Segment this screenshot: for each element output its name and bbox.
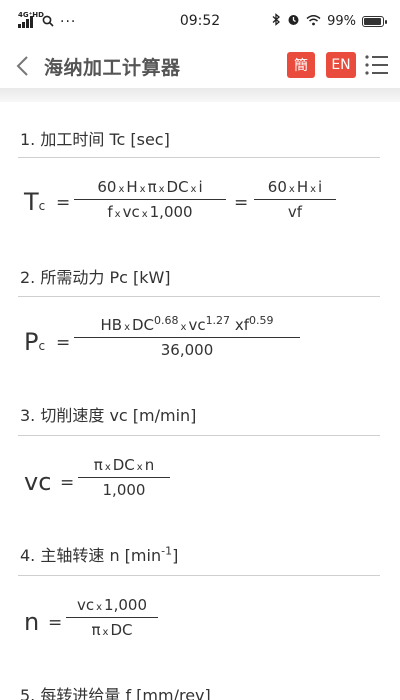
formula-spindle-speed: n = vc x 1,000 π x DC bbox=[20, 590, 380, 660]
fraction-main: π x DC x n 1,000 bbox=[78, 456, 170, 499]
equals-sign: = bbox=[56, 333, 71, 353]
chevron-left-icon bbox=[16, 56, 28, 76]
denominator: π x DC bbox=[91, 621, 133, 639]
numerator: π x DC x n bbox=[93, 456, 155, 474]
formula-machining-time: Tc = 60 x Hx π x DC x i f x vc x 1,000 = 60 x Hx i vf bbox=[20, 170, 380, 240]
fraction-simplified: 60 x Hx i vf bbox=[254, 178, 336, 221]
fraction-main: vc x 1,000 π x DC bbox=[66, 596, 158, 639]
equals-sign: = bbox=[48, 613, 63, 633]
numerator: vc x 1,000 bbox=[77, 596, 147, 614]
list-menu-icon bbox=[365, 55, 388, 75]
page-title: 海纳加工计算器 bbox=[44, 57, 181, 79]
section-title-feed-per-rev: 5. 每转进给量 f [mm/rev] bbox=[20, 686, 211, 700]
numerator: 60 x Hx π x DC x i bbox=[97, 178, 203, 196]
formula-variable: n bbox=[24, 608, 40, 636]
equals-sign: = bbox=[56, 193, 71, 213]
equals-sign: = bbox=[234, 193, 249, 213]
app-header: 海纳加工计算器 簡 EN bbox=[0, 44, 400, 88]
section-divider bbox=[18, 157, 380, 158]
section-title-machining-time: 1. 加工时间 Tc [sec] bbox=[20, 130, 170, 149]
menu-button[interactable] bbox=[364, 52, 390, 78]
bluetooth-icon bbox=[272, 13, 281, 30]
denominator: f x vc x 1,000 bbox=[107, 203, 193, 221]
equals-sign: = bbox=[60, 473, 75, 493]
section-divider bbox=[18, 296, 380, 297]
fraction-main: HB x DC0.68x vc1.27 xf0.59 36,000 bbox=[74, 314, 300, 359]
denominator: 36,000 bbox=[160, 341, 214, 359]
formula-variable: Tc bbox=[24, 188, 46, 216]
battery-icon bbox=[362, 16, 387, 27]
lang-en-button[interactable]: EN bbox=[326, 52, 356, 78]
denominator: vf bbox=[287, 203, 303, 221]
numerator: 60 x Hx i bbox=[267, 178, 323, 196]
formula-cutting-speed: vc = π x DC x n 1,000 bbox=[20, 450, 380, 520]
battery-percent: 99% bbox=[327, 14, 356, 29]
denominator: 1,000 bbox=[102, 481, 146, 499]
formula-variable: Pc bbox=[24, 328, 46, 356]
status-right: 99% bbox=[272, 13, 387, 30]
formula-power: Pc = HB x DC0.68x vc1.27 xf0.59 36,000 bbox=[20, 310, 380, 380]
section-title-power: 2. 所需动力 Pc [kW] bbox=[20, 268, 171, 287]
numerator: HB x DC0.68x vc1.27 xf0.59 bbox=[100, 314, 274, 334]
section-title-spindle-speed: 4. 主轴转速 n [min-1] bbox=[20, 544, 179, 565]
section-divider bbox=[18, 435, 380, 436]
section-divider bbox=[18, 575, 380, 576]
wifi-icon bbox=[306, 14, 321, 30]
alarm-icon bbox=[287, 13, 300, 30]
back-button[interactable] bbox=[8, 50, 36, 82]
fraction-main: 60 x Hx π x DC x i f x vc x 1,000 bbox=[74, 178, 226, 221]
header-shadow bbox=[0, 88, 400, 102]
formula-variable: vc bbox=[24, 468, 52, 496]
formula-list[interactable]: 1. 加工时间 Tc [sec] Tc = 60 x Hx π x DC x i f x vc x 1… bbox=[0, 102, 400, 700]
status-bar: 4G⁺HD ··· 09:52 99% bbox=[0, 0, 400, 44]
lang-zh-button[interactable]: 簡 bbox=[287, 52, 315, 78]
section-title-cutting-speed: 3. 切削速度 vc [m/min] bbox=[20, 406, 197, 425]
